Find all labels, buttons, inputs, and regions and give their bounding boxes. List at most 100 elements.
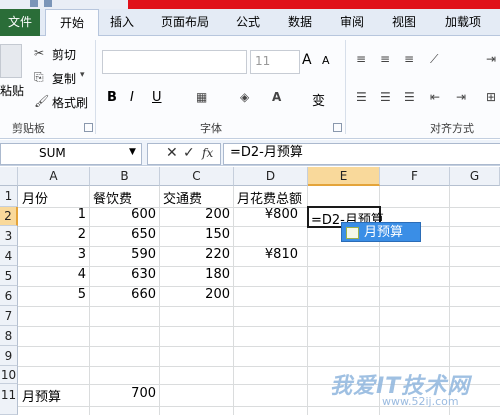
chevron-down-icon[interactable]: ▾	[80, 70, 85, 80]
cell-c1[interactable]: 交通费	[163, 188, 202, 207]
copy-icon: ⎘	[34, 70, 44, 84]
column-header-g[interactable]: G	[450, 167, 500, 186]
row-header[interactable]: 2	[0, 207, 18, 226]
save-icon[interactable]	[30, 0, 38, 7]
chevron-down-icon[interactable]: ▼	[129, 147, 136, 157]
cell-d2[interactable]: ¥800	[234, 207, 298, 222]
tab-insert[interactable]: 插入	[104, 9, 140, 36]
cell-c2[interactable]: 200	[160, 207, 230, 222]
worksheet-grid: A B C D E F G 1 2 3 4 5 6 7 8 9 10 11 月份…	[0, 167, 500, 415]
cancel-icon[interactable]: ✕	[166, 145, 178, 161]
align-bottom-icon[interactable]: ≡	[404, 52, 414, 66]
merge-center-icon[interactable]: ⊞	[486, 90, 496, 104]
column-header-d[interactable]: D	[234, 167, 308, 186]
row-header[interactable]: 6	[0, 286, 18, 306]
scissors-icon: ✂	[34, 46, 45, 60]
cell-b11[interactable]: 700	[90, 386, 156, 401]
undo-icon[interactable]	[44, 0, 52, 7]
formula-input[interactable]: =D2-月预算	[223, 143, 500, 165]
cell-b6[interactable]: 660	[90, 287, 156, 302]
cell-a2[interactable]: 1	[20, 207, 86, 222]
align-left-icon[interactable]: ☰	[356, 90, 367, 104]
gridline	[18, 326, 500, 327]
cell-c6[interactable]: 200	[160, 287, 230, 302]
copy-button[interactable]: 复制	[52, 70, 76, 87]
align-top-icon[interactable]: ≡	[356, 52, 366, 66]
tab-home[interactable]: 开始	[45, 9, 99, 38]
row-header[interactable]: 9	[0, 346, 18, 366]
tab-data[interactable]: 数据	[282, 9, 318, 36]
cell-a3[interactable]: 2	[20, 227, 86, 242]
autocomplete-item[interactable]: 月预算	[341, 222, 421, 242]
increase-indent-icon[interactable]: ⇥	[456, 90, 466, 104]
font-color-icon[interactable]: A	[272, 90, 281, 104]
cut-button[interactable]: 剪切	[52, 46, 76, 63]
cell-c4[interactable]: 220	[160, 247, 230, 262]
tab-formulas[interactable]: 公式	[230, 9, 266, 36]
shrink-font-button[interactable]: A	[322, 54, 330, 67]
grow-font-button[interactable]: A	[302, 52, 312, 68]
row-header[interactable]: 5	[0, 266, 18, 286]
tab-page-layout[interactable]: 页面布局	[155, 9, 215, 36]
column-header-e[interactable]: E	[308, 167, 380, 186]
column-header-c[interactable]: C	[160, 167, 234, 186]
italic-button[interactable]: I	[130, 90, 134, 105]
insert-function-icon[interactable]: fx	[202, 146, 213, 160]
cell-c3[interactable]: 150	[160, 227, 230, 242]
decrease-indent-icon[interactable]: ⇤	[430, 90, 440, 104]
cell-a11[interactable]: 月预算	[22, 386, 61, 405]
tab-addins[interactable]: 加载项	[438, 9, 488, 36]
text-orientation-icon[interactable]: ⟋	[430, 52, 438, 67]
tab-review[interactable]: 审阅	[334, 9, 370, 36]
gridline	[18, 366, 500, 367]
align-middle-icon[interactable]: ≡	[380, 52, 390, 66]
cell-b5[interactable]: 630	[90, 267, 156, 282]
defined-name-icon	[346, 227, 359, 239]
row-header[interactable]: 4	[0, 246, 18, 266]
tab-file[interactable]: 文件	[0, 9, 40, 36]
cell-d4[interactable]: ¥810	[234, 247, 298, 262]
clipboard-launcher-icon[interactable]	[84, 123, 93, 132]
tab-view[interactable]: 视图	[386, 9, 422, 36]
row-header[interactable]: 11	[0, 384, 18, 415]
paste-icon[interactable]	[0, 44, 22, 78]
cell-c5[interactable]: 180	[160, 267, 230, 282]
cell-a4[interactable]: 3	[20, 247, 86, 262]
cell-b2[interactable]: 600	[90, 207, 156, 222]
formula-buttons: ✕ ✓ fx	[147, 143, 221, 165]
name-box[interactable]: SUM ▼	[0, 143, 142, 165]
font-size-select[interactable]: 11	[250, 50, 300, 74]
column-header-a[interactable]: A	[18, 167, 90, 186]
cell-b1[interactable]: 餐饮费	[93, 188, 132, 207]
fill-color-icon[interactable]: ◈	[240, 90, 249, 104]
font-launcher-icon[interactable]	[333, 123, 342, 132]
cell-a5[interactable]: 4	[20, 267, 86, 282]
row-header[interactable]: 7	[0, 306, 18, 326]
row-header[interactable]: 10	[0, 366, 18, 384]
column-header-b[interactable]: B	[90, 167, 160, 186]
align-right-icon[interactable]: ☰	[404, 90, 415, 104]
phonetic-button[interactable]: 变	[312, 90, 325, 109]
cell-b3[interactable]: 650	[90, 227, 156, 242]
column-header-f[interactable]: F	[380, 167, 450, 186]
row-header[interactable]: 3	[0, 226, 18, 246]
cell-b4[interactable]: 590	[90, 247, 156, 262]
format-painter-button[interactable]: 格式刷	[52, 94, 88, 111]
font-name-select[interactable]	[102, 50, 247, 74]
select-all-corner[interactable]	[0, 167, 18, 186]
enter-icon[interactable]: ✓	[183, 145, 195, 161]
borders-icon[interactable]: ▦	[196, 90, 207, 104]
cell-d1[interactable]: 月花费总额	[237, 188, 302, 207]
wrap-text-icon[interactable]: ⇥	[486, 52, 496, 66]
row-header[interactable]: 8	[0, 326, 18, 346]
bold-button[interactable]: B	[107, 90, 117, 105]
gridline	[18, 346, 500, 347]
underline-button[interactable]: U	[152, 90, 162, 105]
row-header[interactable]: 1	[0, 186, 18, 207]
group-divider	[95, 40, 96, 134]
ribbon-tabs: 文件 开始 插入 页面布局 公式 数据 审阅 视图 加载项	[0, 9, 500, 38]
paste-button[interactable]: 粘贴	[0, 82, 24, 99]
cell-a1[interactable]: 月份	[22, 188, 48, 207]
align-center-icon[interactable]: ☰	[380, 90, 391, 104]
cell-a6[interactable]: 5	[20, 287, 86, 302]
